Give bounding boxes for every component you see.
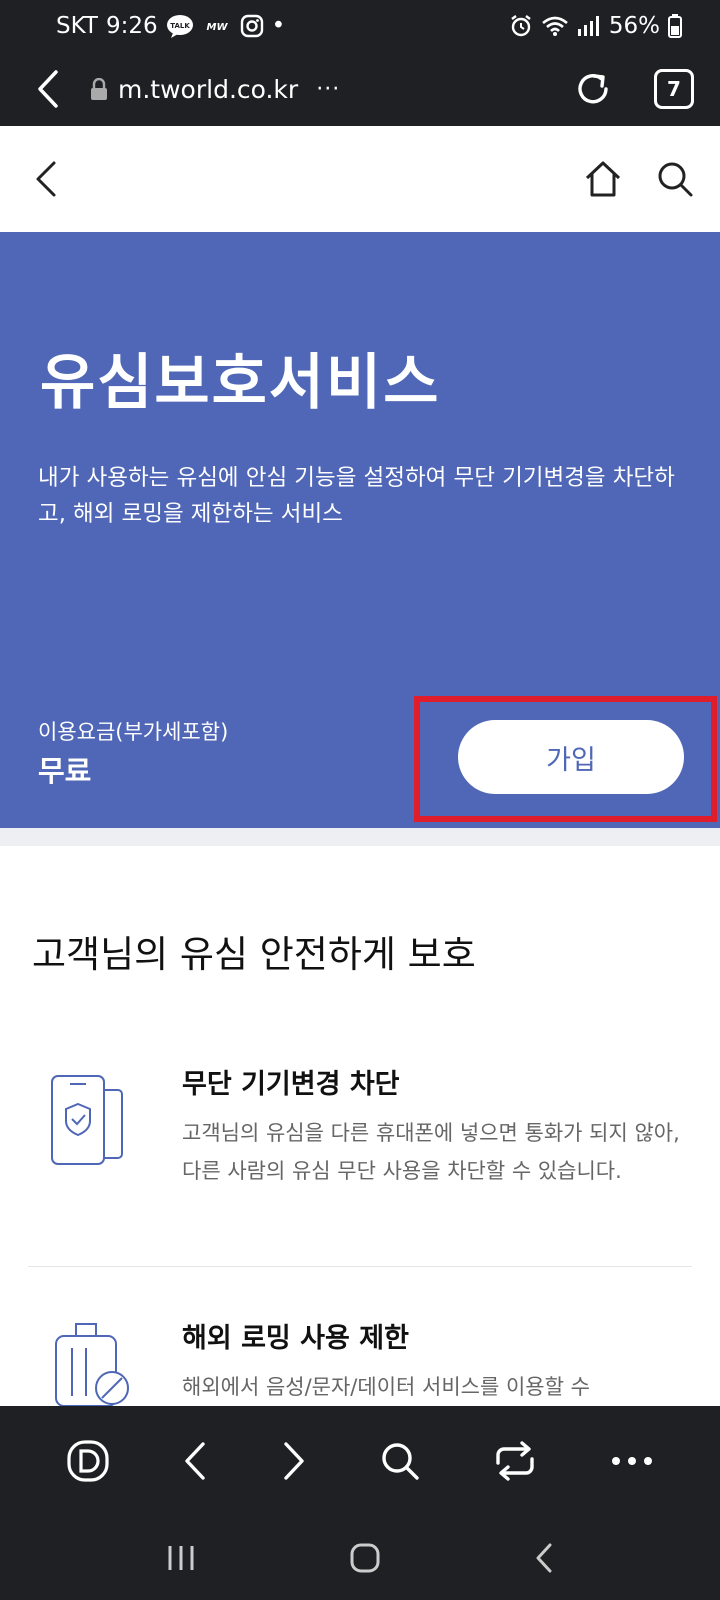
fee-label: 이용요금(부가세포함)	[38, 720, 229, 744]
nav-back-icon[interactable]	[183, 1441, 207, 1481]
dolphin-d-icon[interactable]	[67, 1440, 109, 1482]
search-icon[interactable]	[656, 160, 694, 198]
clock: 9:26	[105, 13, 158, 39]
back-icon[interactable]	[34, 160, 58, 198]
phone-shield-icon	[50, 1074, 130, 1172]
feature-description: 해외에서 음성/문자/데이터 서비스를 이용할 수	[182, 1375, 590, 1399]
tab-count-button[interactable]: 7	[654, 69, 694, 109]
wifi-icon	[541, 15, 569, 37]
notification-dot: •	[271, 13, 286, 39]
carrier-label: SKT	[56, 13, 98, 39]
feature-title: 무단 기기변경 차단	[182, 1069, 400, 1100]
feature-divider	[28, 1266, 692, 1267]
system-back-icon[interactable]	[534, 1543, 554, 1573]
status-bar: SKT 9:26 TALK MW • 56%	[0, 0, 720, 52]
battery-percent: 56%	[608, 13, 660, 39]
svg-text:TALK: TALK	[170, 22, 190, 30]
recent-apps-icon[interactable]	[166, 1544, 196, 1572]
section-divider	[0, 828, 720, 846]
fee-value: 무료	[38, 754, 92, 788]
browser-address-bar: m.tworld.co.kr ··· 7	[0, 52, 720, 126]
join-button[interactable]: 가입	[458, 720, 684, 794]
browser-back-icon[interactable]	[36, 69, 60, 109]
hero-description: 내가 사용하는 유심에 안심 기능을 설정하여 무단 기기변경을 차단하고, 해…	[38, 465, 675, 527]
feature-title: 해외 로밍 사용 제한	[182, 1323, 409, 1354]
page-header	[0, 126, 720, 232]
page-title: 유심보호서비스	[40, 348, 441, 418]
browser-toolbar	[0, 1406, 720, 1516]
home-icon[interactable]	[584, 160, 622, 198]
battery-icon	[668, 14, 682, 38]
lock-icon	[90, 78, 108, 100]
url-text: m.tworld.co.kr	[118, 74, 299, 104]
more-options-icon[interactable]	[611, 1456, 653, 1466]
url-more: ···	[316, 76, 341, 102]
url-field[interactable]: m.tworld.co.kr ···	[90, 75, 340, 104]
share-icon[interactable]	[494, 1441, 536, 1481]
signal-icon	[577, 15, 601, 37]
section-title: 고객님의 유심 안전하게 보호	[32, 933, 476, 976]
toolbar-search-icon[interactable]	[380, 1441, 420, 1481]
instagram-icon	[240, 14, 264, 38]
feature-description: 고객님의 유심을 다른 휴대폰에 넣으면 통화가 되지 않아, 다른 사람의 유…	[182, 1121, 680, 1183]
system-home-icon[interactable]	[349, 1542, 381, 1574]
system-navigation-bar	[0, 1516, 720, 1600]
nav-forward-icon[interactable]	[282, 1441, 306, 1481]
mw-app-icon: MW	[202, 15, 232, 37]
alarm-icon	[509, 14, 533, 38]
kakaotalk-icon: TALK	[166, 14, 194, 38]
svg-text:MW: MW	[206, 22, 228, 33]
hero-banner: 유심보호서비스 내가 사용하는 유심에 안심 기능을 설정하여 무단 기기변경을…	[0, 232, 720, 828]
reload-icon[interactable]	[574, 70, 612, 108]
luggage-blocked-icon	[50, 1322, 134, 1410]
